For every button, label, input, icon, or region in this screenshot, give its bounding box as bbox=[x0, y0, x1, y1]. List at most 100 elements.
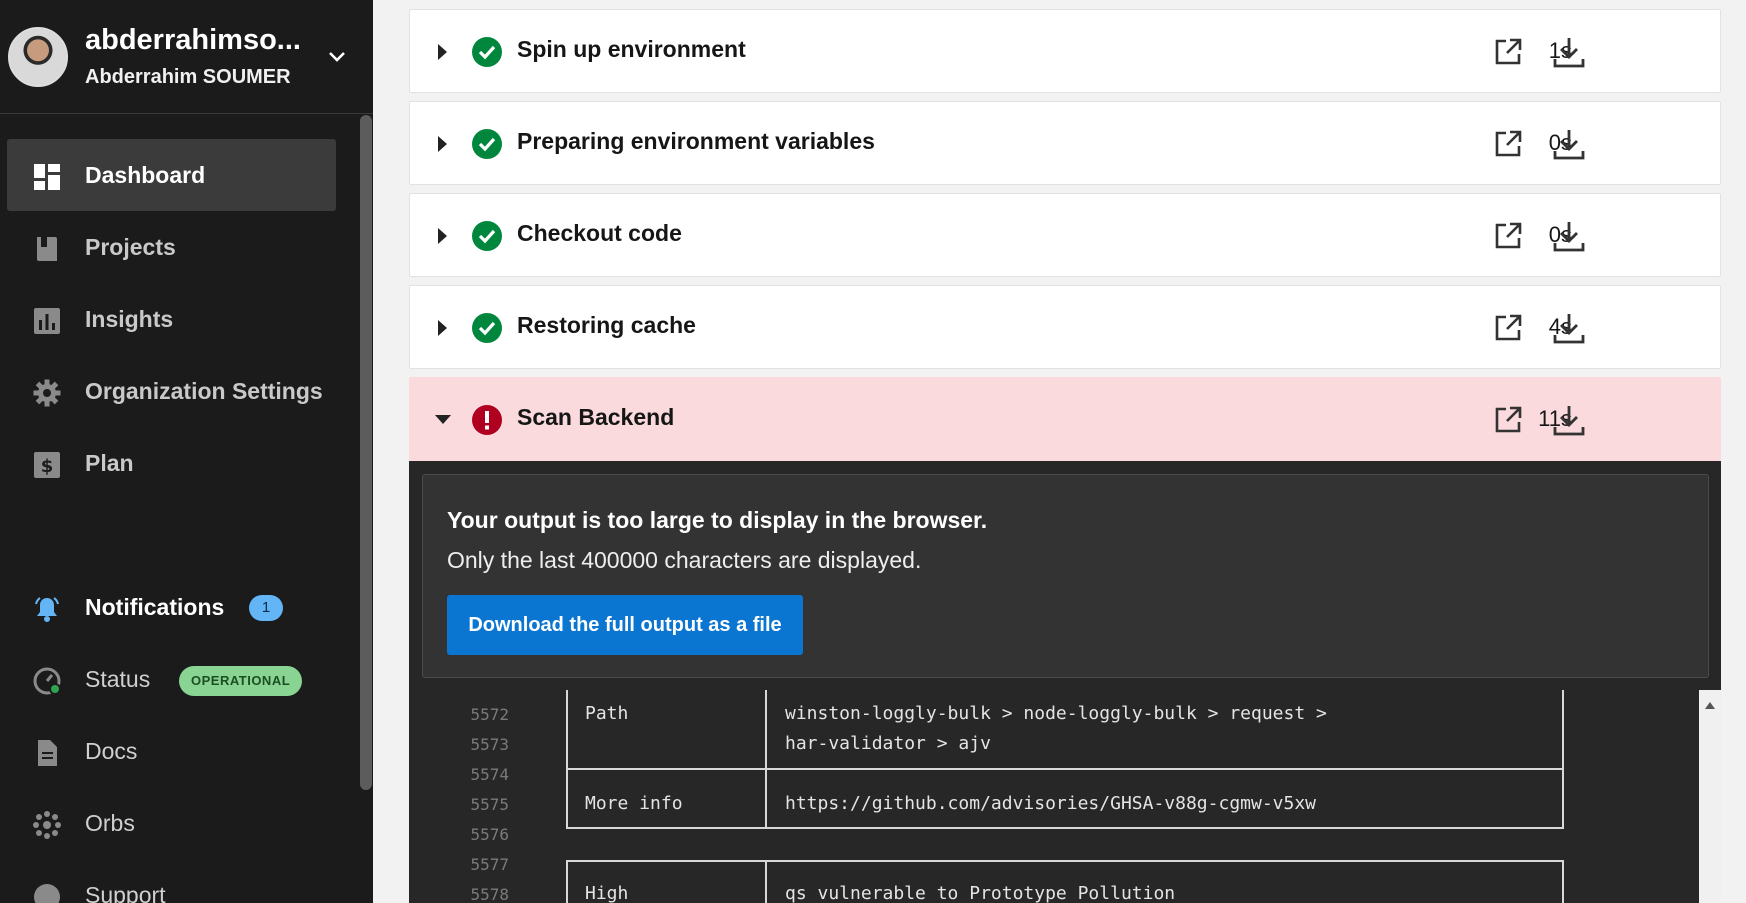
step-output: Your output is too large to display in t… bbox=[409, 461, 1721, 903]
success-check-icon bbox=[472, 37, 502, 67]
user-full-name: Abderrahim SOUMER bbox=[85, 66, 291, 88]
user-handle: abderrahimso... bbox=[85, 24, 301, 56]
external-link-icon[interactable] bbox=[1493, 129, 1523, 159]
log-cell-value: winston-loggly-bulk > node-loggly-bulk >… bbox=[785, 703, 1327, 724]
book-icon bbox=[37, 237, 57, 261]
step-title: Checkout code bbox=[517, 220, 682, 246]
log-output: 5572 Path winston-loggly-bulk > node-log… bbox=[409, 690, 1721, 903]
user-switcher[interactable]: abderrahimso... Abderrahim SOUMER bbox=[0, 0, 373, 114]
sidebar-item-status[interactable]: Status OPERATIONAL bbox=[7, 643, 336, 715]
sidebar-item-orbs[interactable]: Orbs bbox=[7, 787, 336, 859]
line-number: 5573 bbox=[470, 735, 509, 754]
svg-text:$: $ bbox=[41, 456, 54, 477]
external-link-icon[interactable] bbox=[1493, 313, 1523, 343]
log-line: 5574 bbox=[409, 760, 1699, 790]
log-cell-label: More info bbox=[585, 793, 683, 814]
download-icon[interactable] bbox=[1552, 127, 1586, 161]
log-cell-value: https://github.com/advisories/GHSA-v88g-… bbox=[785, 793, 1317, 814]
download-full-output-button[interactable]: Download the full output as a file bbox=[447, 595, 803, 655]
external-link-icon[interactable] bbox=[1493, 37, 1523, 67]
download-icon[interactable] bbox=[1552, 311, 1586, 345]
log-line: 5573 har-validator > ajv bbox=[409, 730, 1699, 760]
sidebar-item-label: Status bbox=[85, 665, 151, 692]
scroll-up-arrow-icon[interactable] bbox=[1705, 702, 1715, 709]
sidebar-item-projects[interactable]: Projects bbox=[7, 211, 336, 283]
bar-chart-icon bbox=[34, 308, 60, 334]
step-title: Scan Backend bbox=[517, 404, 675, 430]
expand-caret-icon[interactable] bbox=[438, 136, 447, 152]
expand-caret-icon[interactable] bbox=[438, 320, 447, 336]
status-badge: OPERATIONAL bbox=[179, 666, 303, 696]
step-row-failed[interactable]: Scan Backend 11s bbox=[409, 377, 1721, 461]
log-cell-value: qs vulnerable to Prototype Pollution bbox=[785, 883, 1176, 903]
log-line: 5575 More info https://github.com/adviso… bbox=[409, 790, 1699, 820]
sidebar-item-label: Orbs bbox=[85, 809, 135, 836]
gear-icon bbox=[33, 379, 61, 407]
step-title: Spin up environment bbox=[517, 36, 746, 62]
sidebar: abderrahimso... Abderrahim SOUMER Dashbo… bbox=[0, 0, 373, 903]
sidebar-item-label: Support bbox=[85, 881, 166, 903]
document-icon bbox=[38, 740, 57, 766]
success-check-icon bbox=[472, 129, 502, 159]
external-link-icon[interactable] bbox=[1493, 405, 1523, 435]
error-icon bbox=[472, 405, 502, 435]
job-steps-panel: Spin up environment 1s Preparing environ… bbox=[373, 0, 1746, 903]
log-line: 5577 bbox=[409, 850, 1699, 880]
line-number: 5574 bbox=[470, 765, 509, 784]
log-cell-label: High bbox=[585, 883, 629, 903]
sidebar-item-label: Projects bbox=[85, 233, 176, 260]
sidebar-item-notifications[interactable]: Notifications 1 bbox=[7, 571, 336, 643]
notice-title: Your output is too large to display in t… bbox=[447, 507, 988, 533]
sidebar-item-plan[interactable]: $ Plan bbox=[7, 427, 336, 499]
orbs-icon bbox=[33, 811, 61, 839]
step-row[interactable]: Checkout code 0s bbox=[409, 193, 1721, 277]
sidebar-item-dashboard[interactable]: Dashboard bbox=[7, 139, 336, 211]
notification-count-badge: 1 bbox=[249, 595, 283, 621]
dollar-icon: $ bbox=[34, 452, 60, 478]
step-row[interactable]: Preparing environment variables 0s bbox=[409, 101, 1721, 185]
expand-caret-icon[interactable] bbox=[438, 228, 447, 244]
external-link-icon[interactable] bbox=[1493, 221, 1523, 251]
log-line: 5578 High qs vulnerable to Prototype Pol… bbox=[409, 880, 1699, 903]
sidebar-item-label: Insights bbox=[85, 305, 174, 332]
collapse-caret-icon[interactable] bbox=[435, 415, 451, 424]
success-check-icon bbox=[472, 221, 502, 251]
avatar bbox=[8, 27, 68, 87]
line-number: 5575 bbox=[470, 795, 509, 814]
chevron-down-icon[interactable] bbox=[325, 44, 349, 68]
sidebar-item-label: Plan bbox=[85, 449, 134, 476]
sidebar-item-label: Notifications bbox=[85, 593, 225, 620]
success-check-icon bbox=[472, 313, 502, 343]
sidebar-item-docs[interactable]: Docs bbox=[7, 715, 336, 787]
step-title: Preparing environment variables bbox=[517, 128, 875, 154]
expand-caret-icon[interactable] bbox=[438, 44, 447, 60]
notice-text: Only the last 400000 characters are disp… bbox=[447, 547, 922, 573]
sidebar-item-support[interactable]: Support bbox=[7, 859, 336, 903]
line-number: 5577 bbox=[470, 855, 509, 874]
sidebar-item-organization-settings[interactable]: Organization Settings bbox=[7, 355, 336, 427]
help-icon bbox=[34, 884, 60, 903]
log-line: 5572 Path winston-loggly-bulk > node-log… bbox=[409, 700, 1699, 730]
download-icon[interactable] bbox=[1552, 219, 1586, 253]
sidebar-item-label: Organization Settings bbox=[85, 377, 323, 404]
sidebar-item-label: Docs bbox=[85, 737, 138, 764]
download-icon[interactable] bbox=[1552, 403, 1586, 437]
step-row[interactable]: Restoring cache 4s bbox=[409, 285, 1721, 369]
log-cell-label: Path bbox=[585, 703, 629, 724]
download-icon[interactable] bbox=[1552, 35, 1586, 69]
bell-icon bbox=[35, 597, 59, 622]
step-row[interactable]: Spin up environment 1s bbox=[409, 9, 1721, 93]
sidebar-item-label: Dashboard bbox=[85, 161, 206, 188]
gauge-icon bbox=[33, 667, 61, 695]
line-number: 5572 bbox=[470, 705, 509, 724]
output-too-large-notice: Your output is too large to display in t… bbox=[422, 474, 1709, 678]
log-cell-value: har-validator > ajv bbox=[785, 733, 991, 754]
dashboard-icon bbox=[34, 164, 60, 190]
line-number: 5576 bbox=[470, 825, 509, 844]
log-line: 5576 bbox=[409, 820, 1699, 850]
step-title: Restoring cache bbox=[517, 312, 696, 338]
sidebar-scrollbar[interactable] bbox=[360, 115, 372, 790]
line-number: 5578 bbox=[470, 885, 509, 903]
log-scrollbar[interactable] bbox=[1699, 690, 1721, 903]
sidebar-item-insights[interactable]: Insights bbox=[7, 283, 336, 355]
